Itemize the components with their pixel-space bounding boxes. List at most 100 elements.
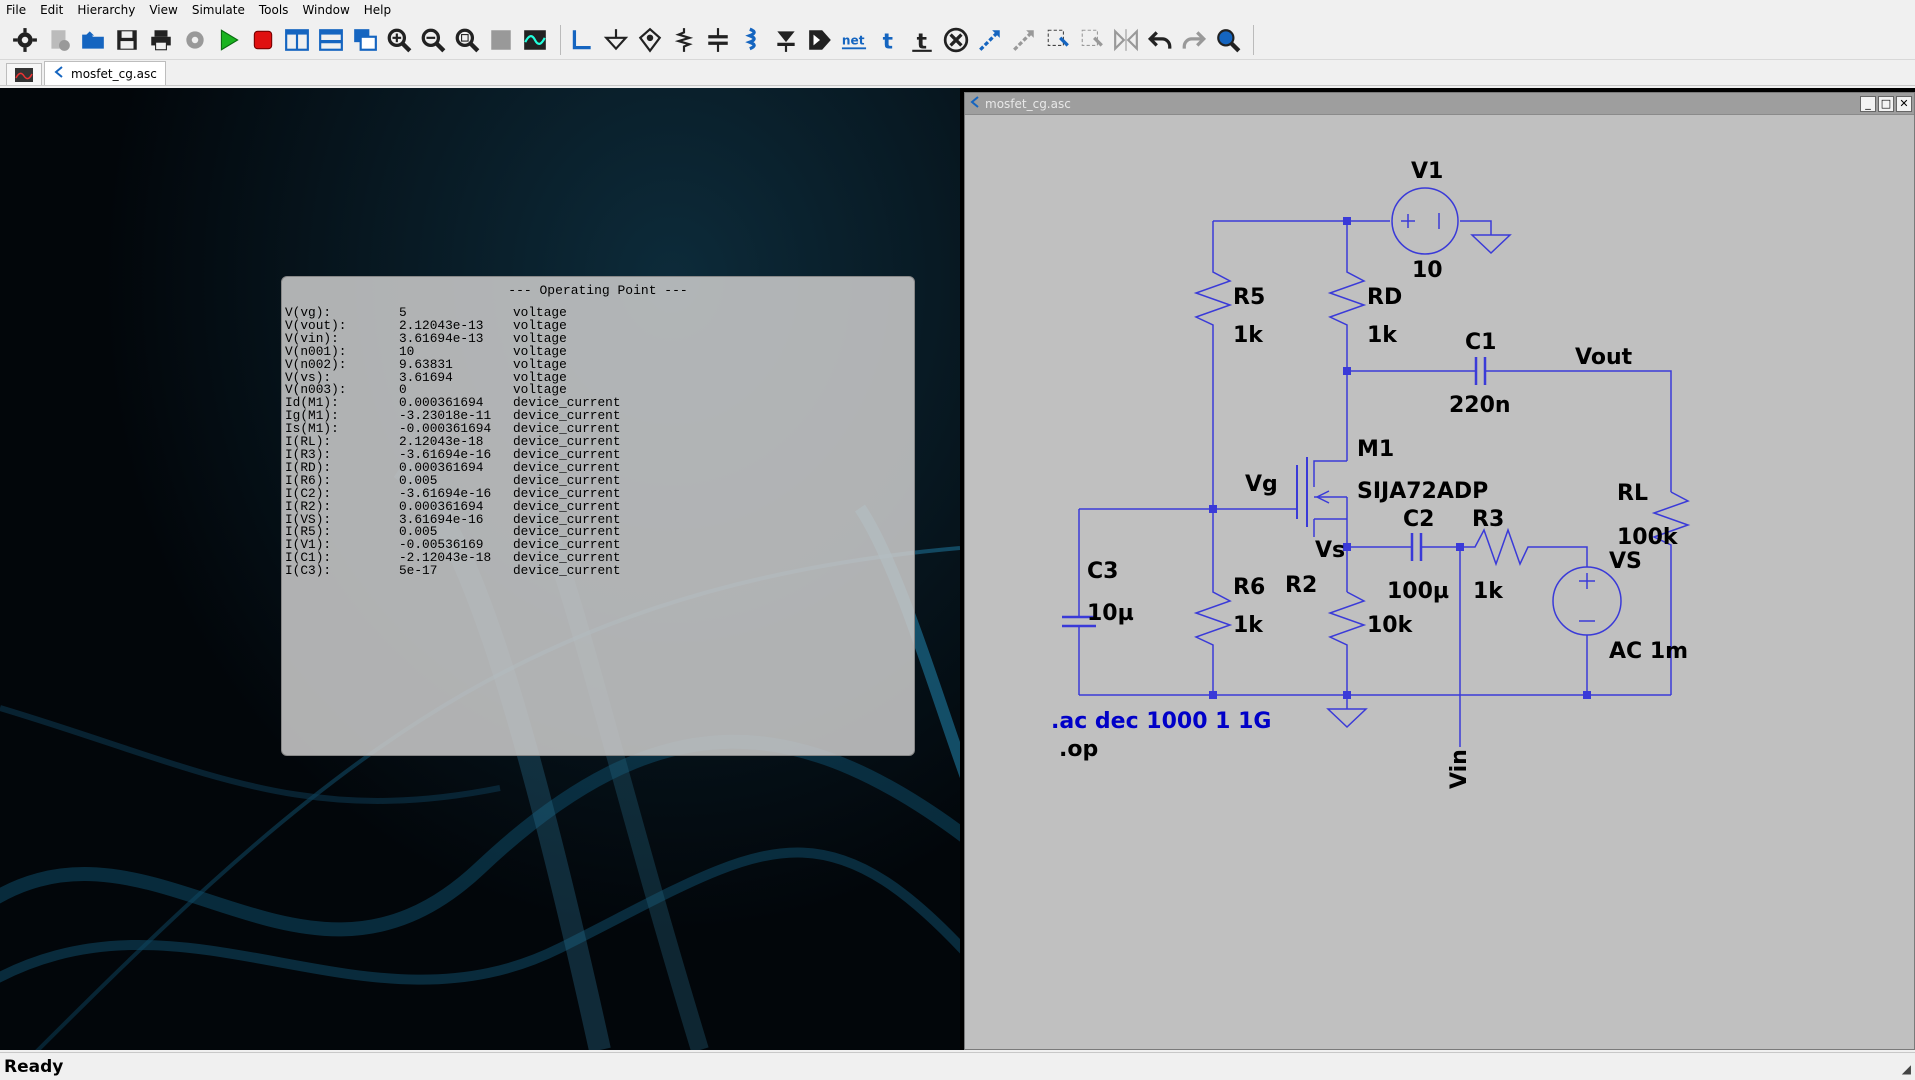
label-r6-value[interactable]: 1k	[1233, 613, 1263, 638]
move-button[interactable]	[975, 25, 1005, 55]
label-r5-name[interactable]: R5	[1233, 285, 1265, 310]
menu-file[interactable]: File	[6, 3, 34, 17]
label-vout[interactable]: Vout	[1575, 345, 1632, 370]
spice-directive-net-button[interactable]: net	[839, 25, 869, 55]
mirror-button[interactable]	[1111, 25, 1141, 55]
label-r5-value[interactable]: 1k	[1233, 323, 1263, 348]
menu-tools[interactable]: Tools	[259, 3, 297, 17]
label-c1-value[interactable]: 220n	[1449, 393, 1511, 418]
label-c1-name[interactable]: C1	[1465, 330, 1496, 355]
menu-window[interactable]: Window	[302, 3, 357, 17]
label-vg[interactable]: Vg	[1245, 472, 1278, 497]
op-cell-value: 3.61694e-13	[399, 330, 484, 346]
redo-button[interactable]	[1179, 25, 1209, 55]
duplicate-button[interactable]	[1077, 25, 1107, 55]
zoom-fit-button[interactable]	[452, 25, 482, 55]
new-file-icon	[51, 29, 70, 51]
label-rd-name[interactable]: RD	[1367, 285, 1402, 310]
find-button[interactable]	[1213, 25, 1243, 55]
menu-simulate[interactable]: Simulate	[192, 3, 253, 17]
ground-button[interactable]	[601, 25, 631, 55]
operating-point-panel[interactable]: --- Operating Point --- V(vg): 5 voltage V(…	[281, 276, 915, 756]
label-m1-name[interactable]: M1	[1357, 437, 1394, 462]
schematic-canvas[interactable]: V1 10 R5 1k RD 1k C1 220n Vout M1 SIJA72…	[967, 117, 1912, 1047]
waveform-icon	[15, 67, 33, 82]
zoom-full-button[interactable]	[486, 25, 516, 55]
junction-dot	[1343, 691, 1351, 699]
diode-button[interactable]	[771, 25, 801, 55]
mirror-icon	[1114, 28, 1138, 51]
waveform-button[interactable]	[520, 25, 550, 55]
print-button[interactable]	[146, 25, 176, 55]
label-vs-node[interactable]: Vs	[1315, 538, 1345, 563]
op-title: --- Operating Point ---	[508, 283, 688, 298]
save-icon	[117, 29, 137, 50]
label-vin[interactable]: Vin	[1447, 749, 1472, 789]
label-vs-value[interactable]: AC 1m	[1609, 639, 1688, 664]
label-c2-value[interactable]: 100µ	[1387, 579, 1449, 604]
zoom-in-icon	[387, 28, 412, 52]
schematic-window[interactable]: mosfet_cg.asc _ □ ✕ V1 10 R5 1k RD 1k C1…	[964, 92, 1915, 1050]
label-r2-name[interactable]: R2	[1285, 573, 1317, 598]
spice-directive-button[interactable]: t	[907, 25, 937, 55]
resistor-button[interactable]	[669, 25, 699, 55]
halt-button[interactable]	[248, 25, 278, 55]
tab-waveform[interactable]	[6, 63, 42, 85]
menu-help[interactable]: Help	[364, 3, 399, 17]
label-c3-value[interactable]: 10µ	[1087, 601, 1134, 626]
delete-button[interactable]	[941, 25, 971, 55]
resistor-r2	[1327, 591, 1367, 695]
label-net-button[interactable]	[635, 25, 665, 55]
label-rl-value[interactable]: 100k	[1617, 525, 1678, 550]
run-button[interactable]	[214, 25, 244, 55]
label-vs-name[interactable]: VS	[1609, 549, 1642, 574]
menu-view[interactable]: View	[149, 3, 185, 17]
paste-button[interactable]	[1043, 25, 1073, 55]
settings-button[interactable]	[10, 25, 40, 55]
inductor-button[interactable]	[737, 25, 767, 55]
zoom-out-button[interactable]	[418, 25, 448, 55]
menu-edit[interactable]: Edit	[40, 3, 71, 17]
resize-grip-icon[interactable]: ◢	[1902, 1062, 1911, 1076]
spice-directive-ac[interactable]: .ac dec 1000 1 1G	[1051, 709, 1272, 734]
label-m1-model[interactable]: SIJA72ADP	[1357, 479, 1488, 504]
component-button[interactable]	[805, 25, 835, 55]
component-icon	[809, 29, 831, 50]
printer-icon	[151, 29, 171, 50]
new-schematic-button[interactable]	[44, 25, 74, 55]
tab-mosfet-cg[interactable]: mosfet_cg.asc	[44, 61, 166, 85]
close-button[interactable]: ✕	[1896, 96, 1912, 112]
label-r3-name[interactable]: R3	[1472, 507, 1504, 532]
label-v1-name[interactable]: V1	[1411, 159, 1443, 184]
control-panel-button[interactable]	[180, 25, 210, 55]
minimize-button[interactable]: _	[1860, 96, 1876, 112]
drag-button[interactable]	[1009, 25, 1039, 55]
label-r3-value[interactable]: 1k	[1473, 579, 1503, 604]
label-v1-value[interactable]: 10	[1412, 258, 1443, 283]
draw-wire-button[interactable]	[567, 25, 597, 55]
label-c3-name[interactable]: C3	[1087, 559, 1118, 584]
tile-vertical-button[interactable]	[282, 25, 312, 55]
undo-button[interactable]	[1145, 25, 1175, 55]
label-r2-value[interactable]: 10k	[1367, 613, 1412, 638]
save-button[interactable]	[112, 25, 142, 55]
label-r6-name[interactable]: R6	[1233, 575, 1265, 600]
tile-horizontal-button[interactable]	[316, 25, 346, 55]
label-c2-name[interactable]: C2	[1403, 507, 1434, 532]
tile-vertical-icon	[285, 28, 309, 51]
menu-hierarchy[interactable]: Hierarchy	[77, 3, 143, 17]
waveform-pane[interactable]: --- Operating Point --- V(vg): 5 voltage V(…	[0, 88, 960, 1050]
capacitor-button[interactable]	[703, 25, 733, 55]
label-rl-name[interactable]: RL	[1617, 481, 1648, 506]
junction-dot	[1209, 691, 1217, 699]
junction-dot	[1583, 691, 1591, 699]
text-button[interactable]: t	[873, 25, 903, 55]
open-button[interactable]	[78, 25, 108, 55]
capacitor-c2	[1410, 533, 1423, 561]
schematic-window-titlebar[interactable]: mosfet_cg.asc _ □ ✕	[965, 93, 1914, 115]
label-rd-value[interactable]: 1k	[1367, 323, 1397, 348]
maximize-button[interactable]: □	[1878, 96, 1894, 112]
spice-directive-op[interactable]: .op	[1059, 737, 1098, 762]
cascade-button[interactable]	[350, 25, 380, 55]
zoom-in-button[interactable]	[384, 25, 414, 55]
